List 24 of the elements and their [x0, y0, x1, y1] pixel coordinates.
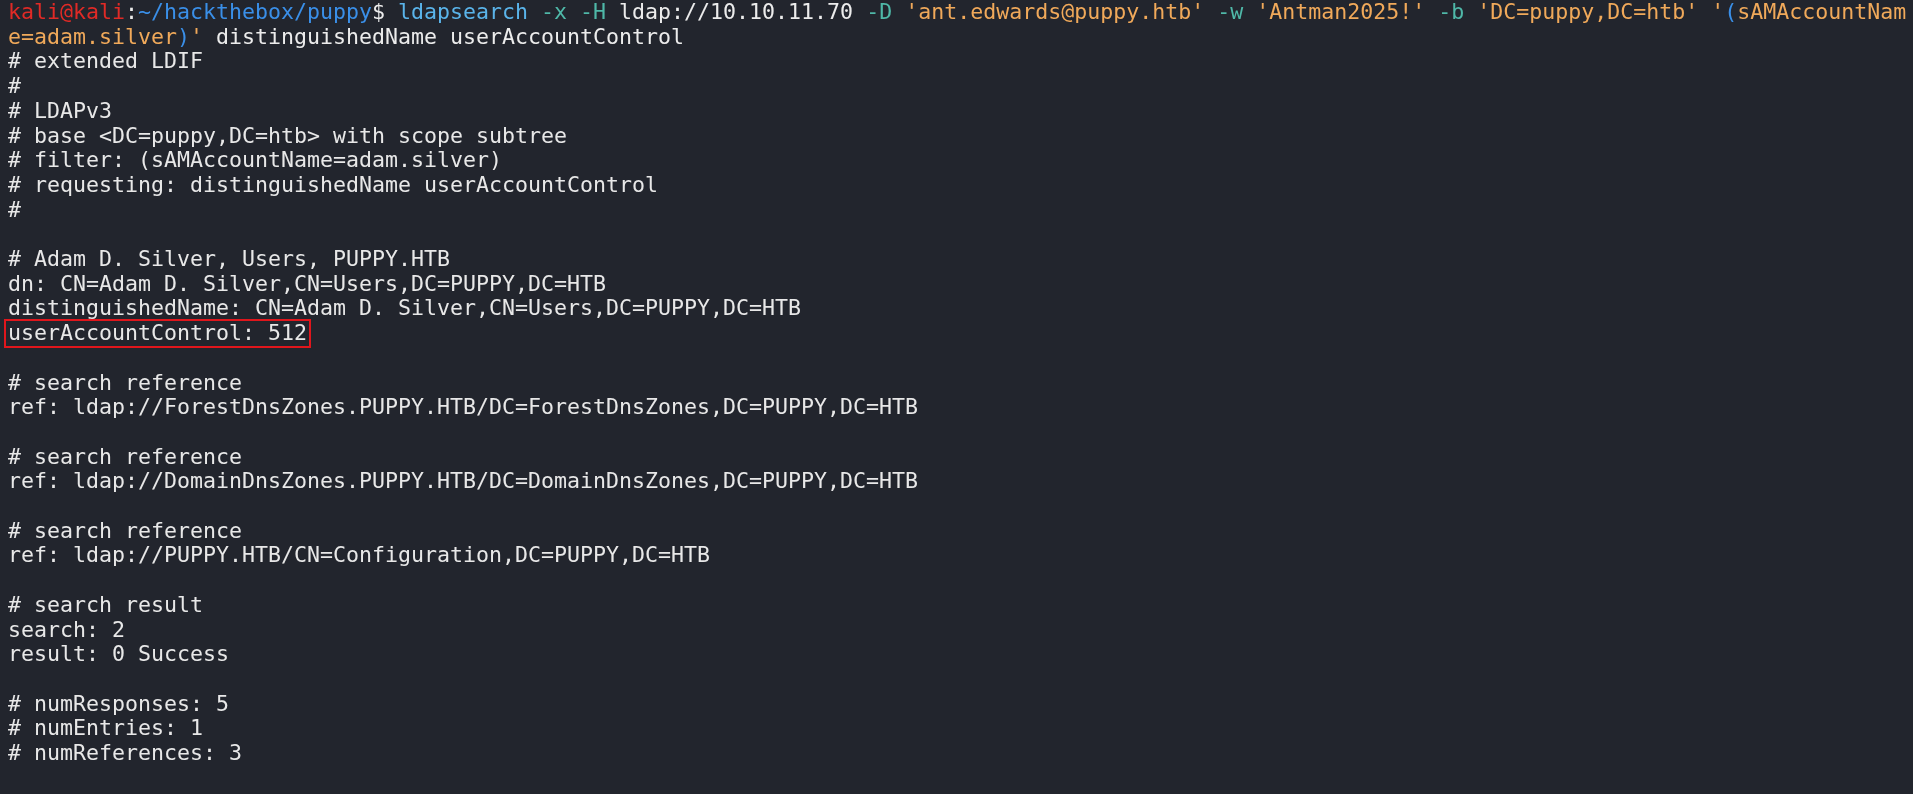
- output-line: # search reference: [8, 444, 242, 470]
- output-line: dn: CN=Adam D. Silver,CN=Users,DC=PUPPY,DC=HTB: [8, 271, 607, 297]
- output-line: #: [8, 197, 21, 223]
- output-line: # filter: (sAMAccountName=adam.silver): [8, 148, 503, 173]
- output-line: ref: ldap://DomainDnsZones.PUPPY.HTB/DC=DomainDnsZones,DC=PUPPY,DC=HTB: [8, 469, 919, 494]
- output-line: # base <DC=puppy,DC=htb> with scope subtree: [8, 123, 568, 149]
- output-line: ref: ldap://ForestDnsZones.PUPPY.HTB/DC=ForestDnsZones,DC=PUPPY,DC=HTB: [8, 395, 919, 420]
- output-line: # search result: [8, 592, 203, 618]
- output-line: # requesting: distinguishedName userAccountControl: [8, 172, 659, 198]
- highlighted-output-line: userAccountControl: 512: [6, 321, 309, 346]
- output-line: # search reference: [8, 370, 242, 396]
- output-line: # search reference: [8, 518, 242, 544]
- output-line: # numResponses: 5: [8, 691, 229, 717]
- output-line: result: 0 Success: [8, 642, 229, 667]
- output-line: # Adam D. Silver, Users, PUPPY.HTB: [8, 247, 451, 272]
- output-line: # LDAPv3: [8, 98, 112, 124]
- output-line: # numEntries: 1: [8, 716, 203, 741]
- output-line: # extended LDIF: [8, 49, 203, 75]
- output-line: distinguishedName: CN=Adam D. Silver,CN=Users,DC=PUPPY,DC=HTB: [8, 296, 802, 322]
- output-line: # numReferences: 3: [8, 741, 242, 766]
- command-line: kali@kali:~/hackthebox/puppy$ ldapsearch -x -H ldap://10.10.11.70 -D 'ant.edwards@puppy.htb' -w 'Antman2025!' -b 'DC=puppy,DC=htb' '(sAMAccountName=adam.silver)' distinguishedName userAccountControl: [8, 0, 1907, 49]
- output-line: ref: ldap://PUPPY.HTB/CN=Configuration,DC=PUPPY,DC=HTB: [8, 543, 711, 569]
- output-line: search: 2: [8, 617, 125, 643]
- output-line: #: [8, 74, 21, 99]
